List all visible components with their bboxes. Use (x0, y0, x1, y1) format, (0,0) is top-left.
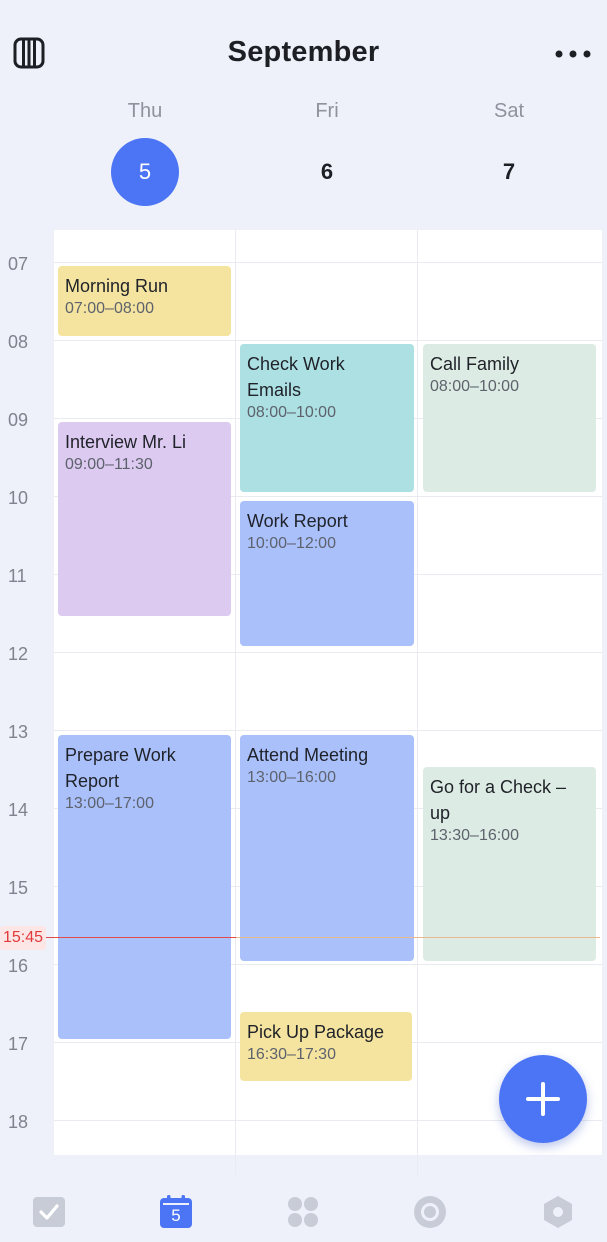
event-time: 13:30–16:00 (430, 827, 519, 844)
hour-label: 16 (8, 956, 29, 976)
event-title: Go for a Check –up (430, 777, 567, 823)
apps-grid-icon[interactable] (285, 1194, 321, 1230)
event-time: 13:00–16:00 (247, 769, 336, 786)
hour-label: 11 (8, 566, 27, 586)
event-card[interactable]: Pick Up Package 16:30–17:30 (240, 1012, 412, 1081)
calendar-tab-date: 5 (171, 1206, 181, 1225)
event-time: 07:00–08:00 (65, 300, 154, 317)
event-title: Work Report (247, 511, 348, 531)
hour-label: 10 (8, 488, 29, 508)
event-card[interactable]: Go for a Check –up 13:30–16:00 (423, 767, 596, 961)
event-card[interactable]: Interview Mr. Li 09:00–11:30 (58, 422, 231, 616)
focus-circle-icon[interactable] (412, 1194, 448, 1230)
event-card[interactable]: Attend Meeting 13:00–16:00 (240, 735, 414, 961)
hour-label: 08 (8, 332, 29, 352)
bottom-tab-bar: 5 (0, 1176, 607, 1242)
event-time: 08:00–10:00 (430, 378, 519, 395)
event-title: Attend Meeting (247, 745, 369, 765)
event-card[interactable]: Call Family 08:00–10:00 (423, 344, 596, 492)
calendar-header: September Thu 5 Fri 6 Sat 7 (0, 0, 607, 230)
day-divider (417, 230, 418, 1175)
event-time: 13:00–17:00 (65, 795, 154, 812)
day-name: Fri (315, 100, 339, 122)
hour-gridline (54, 730, 602, 731)
hour-label: 13 (8, 722, 29, 742)
day-column-fri[interactable]: Fri 6 (236, 96, 418, 206)
hour-label: 09 (8, 410, 29, 430)
hexagon-settings-icon[interactable] (540, 1194, 576, 1230)
event-card[interactable]: Work Report 10:00–12:00 (240, 501, 414, 646)
event-time: 08:00–10:00 (247, 404, 336, 421)
hour-label: 14 (8, 800, 29, 820)
event-title: Call Family (430, 354, 520, 374)
event-card[interactable]: Check Work Emails 08:00–10:00 (240, 344, 414, 492)
day-divider (235, 230, 236, 1175)
event-time: 09:00–11:30 (65, 456, 153, 473)
hour-label: 18 (8, 1112, 29, 1132)
hour-gridline (54, 262, 602, 263)
day-number[interactable]: 7 (475, 138, 543, 206)
day-column-thu[interactable]: Thu 5 (54, 96, 236, 206)
event-title: Check Work Emails (247, 354, 345, 400)
event-card[interactable]: Morning Run 07:00–08:00 (58, 266, 231, 336)
hour-label: 12 (8, 644, 29, 664)
event-title: Prepare Work Report (65, 745, 176, 791)
current-time-line-other-days (236, 937, 600, 938)
hour-label: 07 (8, 254, 29, 274)
event-title: Interview Mr. Li (65, 432, 187, 452)
day-name: Sat (493, 100, 525, 122)
day-number-today[interactable]: 5 (111, 138, 179, 206)
tasks-check-icon[interactable] (31, 1194, 67, 1230)
event-title: Morning Run (65, 276, 169, 296)
hour-gridline (54, 340, 602, 341)
hour-label: 15 (8, 878, 29, 898)
tab-calendar[interactable]: 5 (158, 1194, 194, 1230)
day-number[interactable]: 6 (293, 138, 361, 206)
event-title: Pick Up Package (247, 1022, 385, 1042)
event-time: 16:30–17:30 (247, 1046, 336, 1063)
more-icon[interactable] (553, 42, 593, 66)
add-event-button[interactable] (499, 1055, 587, 1143)
current-time-label: 15:45 (0, 926, 46, 950)
day-name: Thu (127, 100, 163, 122)
hour-gridline (54, 652, 602, 653)
event-time: 10:00–12:00 (247, 535, 336, 552)
month-title[interactable]: September (0, 36, 607, 69)
event-card[interactable]: Prepare Work Report 13:00–17:00 (58, 735, 231, 1039)
day-column-sat[interactable]: Sat 7 (418, 96, 600, 206)
hour-label: 17 (8, 1034, 29, 1054)
